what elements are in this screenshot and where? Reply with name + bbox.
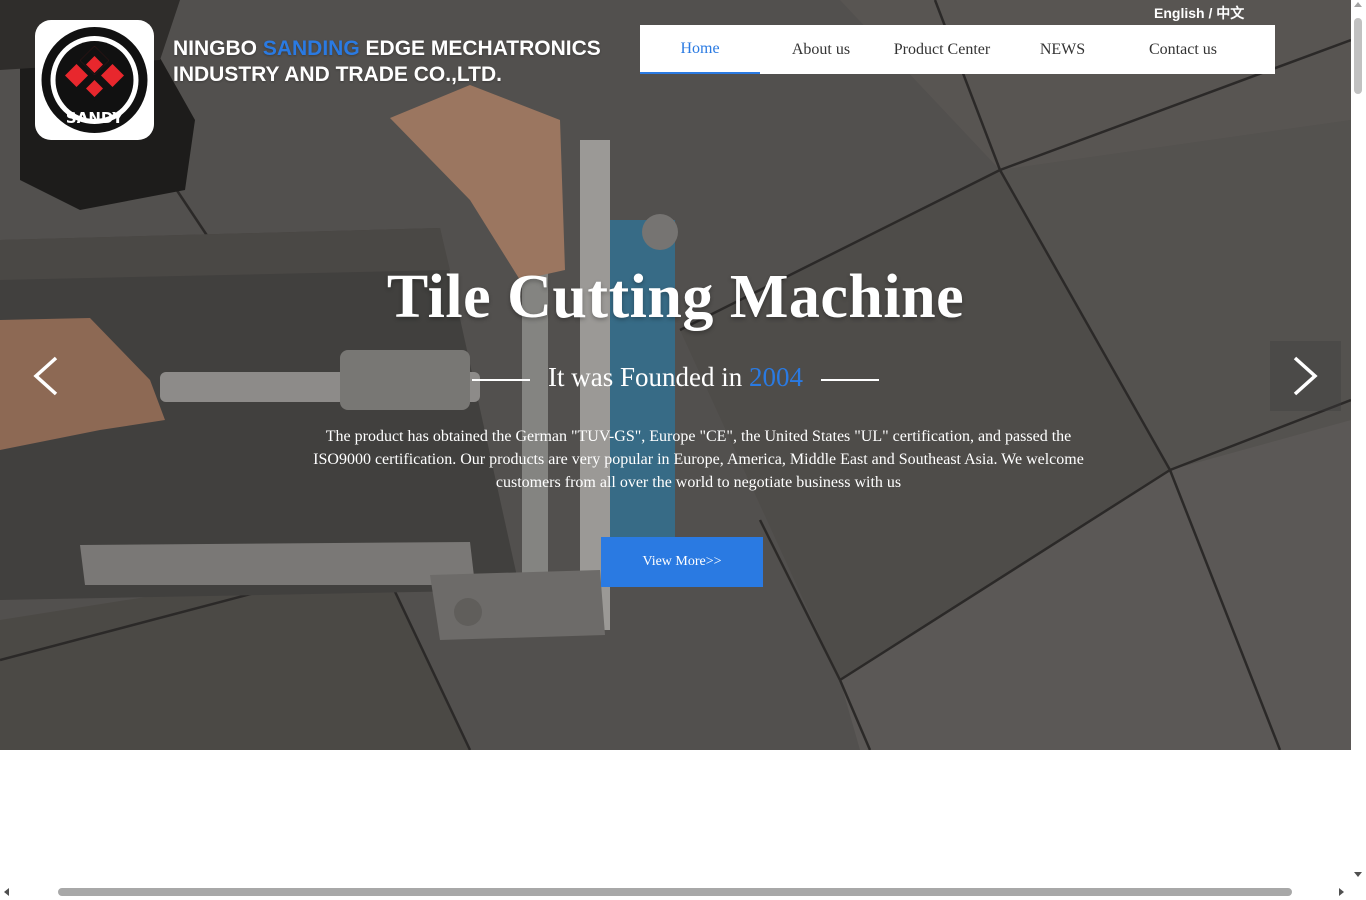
chevron-left-icon <box>33 356 58 396</box>
founded-year: 2004 <box>748 362 803 392</box>
chevron-right-icon <box>1293 356 1318 396</box>
horizontal-scrollbar-thumb[interactable] <box>58 888 1292 896</box>
company-name-suffix: EDGE MECHATRONICS <box>359 37 601 60</box>
company-name-prefix: NINGBO <box>173 37 263 60</box>
main-nav: Home About us Product Center NEWS Contac… <box>640 25 1275 74</box>
nav-item-contact[interactable]: Contact us <box>1123 25 1243 74</box>
subtitle-divider-right <box>820 378 879 381</box>
subtitle-text: It was Founded in <box>548 362 749 392</box>
vertical-scrollbar-thumb[interactable] <box>1354 18 1362 94</box>
slide-description: The product has obtained the German "TUV… <box>313 428 1084 491</box>
slide-title: Tile Cutting Machine <box>386 263 965 331</box>
svg-text:SANDY: SANDY <box>66 109 124 127</box>
carousel-next-button[interactable] <box>1270 341 1341 411</box>
language-switcher[interactable]: English / 中文 <box>1154 3 1244 23</box>
vertical-scrollbar[interactable] <box>1351 0 1366 885</box>
horizontal-scrollbar[interactable] <box>0 885 1366 900</box>
carousel-prev-button[interactable] <box>28 352 68 400</box>
nav-item-news[interactable]: NEWS <box>1002 25 1123 74</box>
hero-banner: SANDY NINGBO SANDING EDGE MECHATRONICS I… <box>0 0 1351 750</box>
subtitle-divider-left <box>472 378 530 381</box>
scroll-down-icon[interactable] <box>1354 872 1362 877</box>
scroll-up-icon[interactable] <box>1354 2 1362 7</box>
company-name: NINGBO SANDING EDGE MECHATRONICS INDUSTR… <box>173 36 601 88</box>
slide-subtitle: It was Founded in 2004 <box>0 362 1351 393</box>
company-logo[interactable]: SANDY <box>35 20 154 140</box>
company-name-highlight: SANDING <box>262 37 360 60</box>
nav-item-about[interactable]: About us <box>760 25 882 74</box>
company-name-line2: INDUSTRY AND TRADE CO.,LTD. <box>173 63 502 86</box>
scroll-left-icon[interactable] <box>4 888 9 896</box>
view-more-button[interactable]: View More>> <box>601 537 763 587</box>
scroll-right-icon[interactable] <box>1339 888 1344 896</box>
sandy-logo-icon: SANDY <box>41 27 148 133</box>
nav-item-home[interactable]: Home <box>640 25 760 74</box>
nav-item-product-center[interactable]: Product Center <box>882 25 1002 74</box>
